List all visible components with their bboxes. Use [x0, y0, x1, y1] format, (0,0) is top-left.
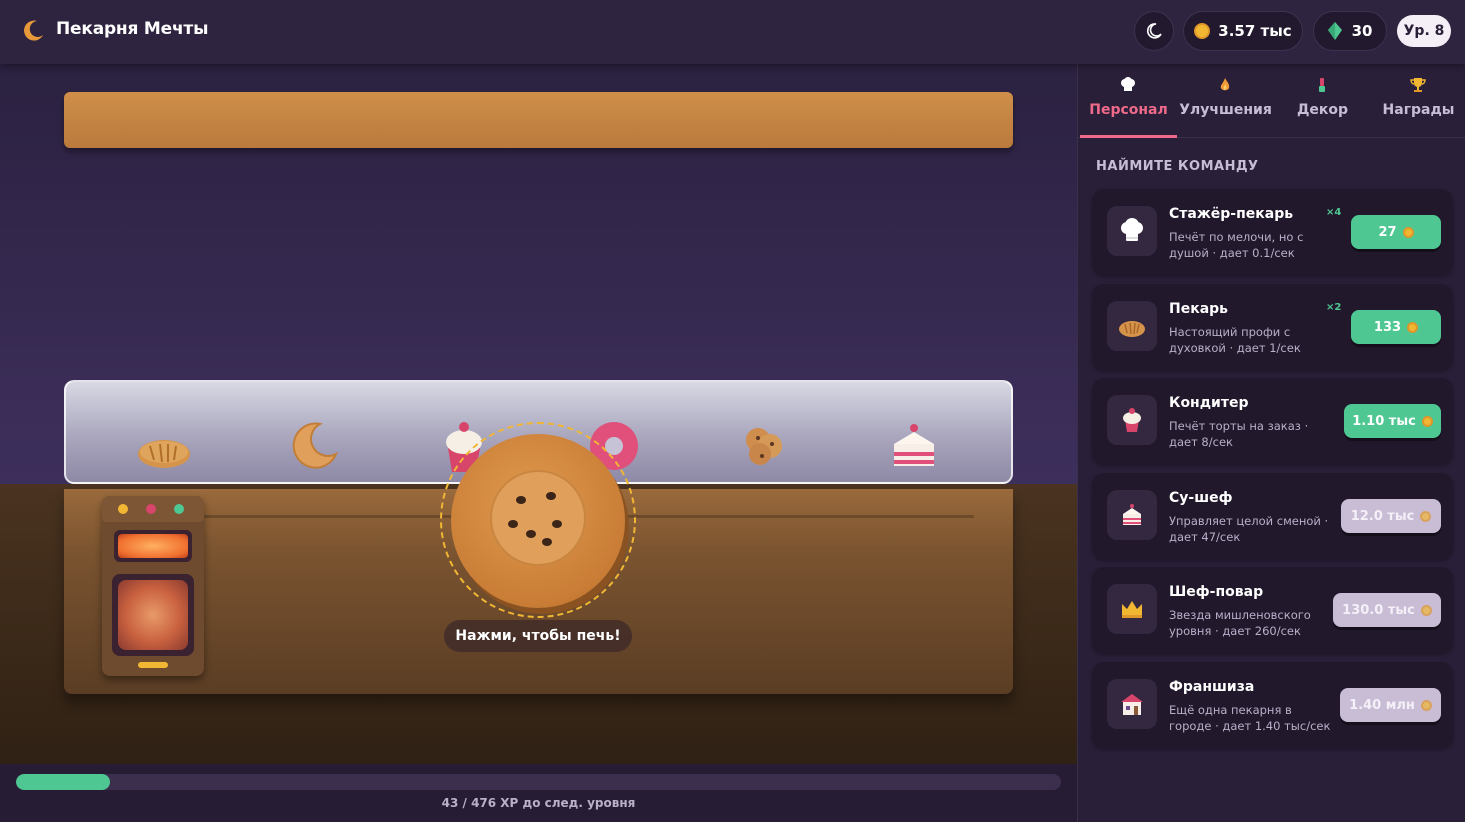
staff-card-head-chef: Шеф-повар Звезда мишленовского уровня · …	[1092, 567, 1453, 653]
cake-slice-icon	[894, 424, 934, 466]
wall-shelf	[64, 92, 1013, 148]
tab-label: Персонал	[1089, 102, 1168, 118]
gems-counter: 30	[1313, 11, 1387, 51]
staff-name: Су-шеф	[1169, 490, 1233, 506]
staff-card-confectioner: Кондитер Печёт торты на заказ · дает 8/с…	[1092, 378, 1453, 464]
coin-icon	[1420, 510, 1432, 522]
oven-handle	[138, 662, 168, 668]
hire-confectioner-button[interactable]: 1.10 тыс	[1344, 404, 1441, 438]
shop-tabs: Персонал Улучшения Декор Награды	[1078, 64, 1465, 138]
trophy-icon	[1410, 78, 1426, 92]
cake-slice-icon	[1123, 504, 1141, 525]
xp-bar-area: 43 / 476 XP до след. уровня	[0, 764, 1077, 822]
hire-baker-button[interactable]: 133	[1351, 310, 1441, 344]
hire-head-chef-button[interactable]: 130.0 тыс	[1333, 593, 1441, 627]
moon-icon	[1146, 23, 1162, 39]
staff-card-intern: Стажёр-пекарь ×4 Печёт по мелочи, но с д…	[1092, 189, 1453, 275]
staff-description: Управляет целой сменой · дает 47/сек	[1169, 514, 1329, 544]
oven-control-panel	[102, 496, 204, 522]
coin-icon	[1402, 226, 1414, 238]
xp-progress-fill	[16, 774, 111, 790]
price-label: 130.0 тыс	[1342, 602, 1415, 618]
app-title: Пекарня Мечты	[56, 19, 209, 39]
card-icon-box	[1107, 301, 1157, 351]
staff-name: Франшиза	[1169, 679, 1255, 695]
card-icon-box	[1107, 395, 1157, 445]
staff-name: Кондитер	[1169, 395, 1249, 411]
gem-icon	[1327, 22, 1342, 40]
tab-staff[interactable]: Персонал	[1080, 64, 1177, 138]
gems-value: 30	[1351, 22, 1373, 40]
coin-icon	[1194, 23, 1211, 39]
tab-upgrades[interactable]: Улучшения	[1177, 64, 1274, 138]
chef-hat-icon	[1121, 218, 1143, 241]
theme-toggle-button[interactable]	[1134, 11, 1174, 51]
croissant-icon	[292, 422, 338, 469]
staff-name: Шеф-повар	[1169, 584, 1264, 600]
staff-name: Стажёр-пекарь	[1169, 206, 1294, 222]
crown-icon	[1122, 601, 1142, 618]
staff-name: Пекарь	[1169, 301, 1229, 317]
owned-count: ×2	[1326, 302, 1342, 313]
bake-cookie-button[interactable]	[451, 434, 625, 608]
bakery-scene: Нажми, чтобы печь!	[0, 64, 1077, 764]
top-bar: Пекарня Мечты 3.57 тыс 30 Ур. 8	[0, 0, 1465, 64]
price-label: 1.40 млн	[1349, 697, 1415, 713]
croissant-logo-icon	[24, 20, 43, 41]
flame-icon	[1220, 78, 1230, 91]
bread-icon	[1119, 321, 1145, 337]
staff-card-franchise: Франшиза Ещё одна пекарня в городе · дае…	[1092, 662, 1453, 748]
staff-description: Настоящий профи с духовкой · дает 1/сек	[1169, 325, 1301, 355]
staff-description: Печёт по мелочи, но с душой · дает 0.1/с…	[1169, 230, 1304, 260]
coin-icon	[1420, 604, 1432, 616]
xp-text: 43 / 476 XP до след. уровня	[441, 796, 636, 810]
staff-description: Печёт торты на заказ · дает 8/сек	[1169, 419, 1309, 449]
price-label: 133	[1373, 319, 1402, 335]
xp-progress-bar	[16, 774, 1061, 790]
price-label: 1.10 тыс	[1352, 413, 1416, 429]
cookie-icon	[490, 470, 586, 566]
shop-panel: Персонал Улучшения Декор Награды НАЙМИТЕ…	[1077, 64, 1465, 822]
tab-label: Улучшения	[1179, 102, 1272, 118]
chef-hat-icon	[1121, 77, 1135, 91]
coin-icon	[1421, 415, 1433, 427]
oven-light-yellow	[118, 504, 128, 514]
staff-description: Звезда мишленовского уровня · дает 260/с…	[1169, 608, 1311, 638]
level-badge: Ур. 8	[1397, 15, 1451, 47]
price-label: 27	[1378, 224, 1397, 240]
cookie-cluster-icon	[746, 428, 782, 465]
coins-counter: 3.57 тыс	[1183, 11, 1303, 51]
coin-icon	[1420, 699, 1432, 711]
bake-hint: Нажми, чтобы печь!	[444, 620, 632, 652]
tab-label: Награды	[1382, 102, 1455, 118]
coins-value: 3.57 тыс	[1218, 22, 1292, 40]
oven-light-green	[174, 504, 184, 514]
staff-card-baker: Пекарь ×2 Настоящий профи с духовкой · д…	[1092, 284, 1453, 370]
buy-franchise-button[interactable]: 1.40 млн	[1340, 688, 1441, 722]
card-icon-box	[1107, 584, 1157, 634]
brush-icon	[1319, 78, 1325, 92]
card-icon-box	[1107, 679, 1157, 729]
hire-intern-button[interactable]: 27	[1351, 215, 1441, 249]
oven-top-window	[114, 530, 192, 562]
price-label: 12.0 тыс	[1350, 508, 1415, 524]
cupcake-icon	[1123, 408, 1141, 432]
section-title: НАЙМИТЕ КОМАНДУ	[1096, 159, 1259, 174]
oven-light-red	[146, 504, 156, 514]
tab-decor[interactable]: Декор	[1274, 64, 1371, 138]
tab-rewards[interactable]: Награды	[1370, 64, 1465, 138]
staff-card-sous-chef: Су-шеф Управляет целой сменой · дает 47/…	[1092, 473, 1453, 559]
oven	[102, 496, 204, 676]
hire-sous-chef-button[interactable]: 12.0 тыс	[1341, 499, 1441, 533]
staff-description: Ещё одна пекарня в городе · дает 1.40 ты…	[1169, 703, 1331, 733]
tab-label: Декор	[1296, 102, 1349, 118]
card-icon-box	[1107, 490, 1157, 540]
coin-icon	[1407, 321, 1419, 333]
card-icon-box	[1107, 206, 1157, 256]
oven-main-window	[112, 574, 194, 656]
owned-count: ×4	[1326, 207, 1342, 218]
shop-icon	[1121, 694, 1143, 715]
bread-icon	[138, 440, 190, 468]
